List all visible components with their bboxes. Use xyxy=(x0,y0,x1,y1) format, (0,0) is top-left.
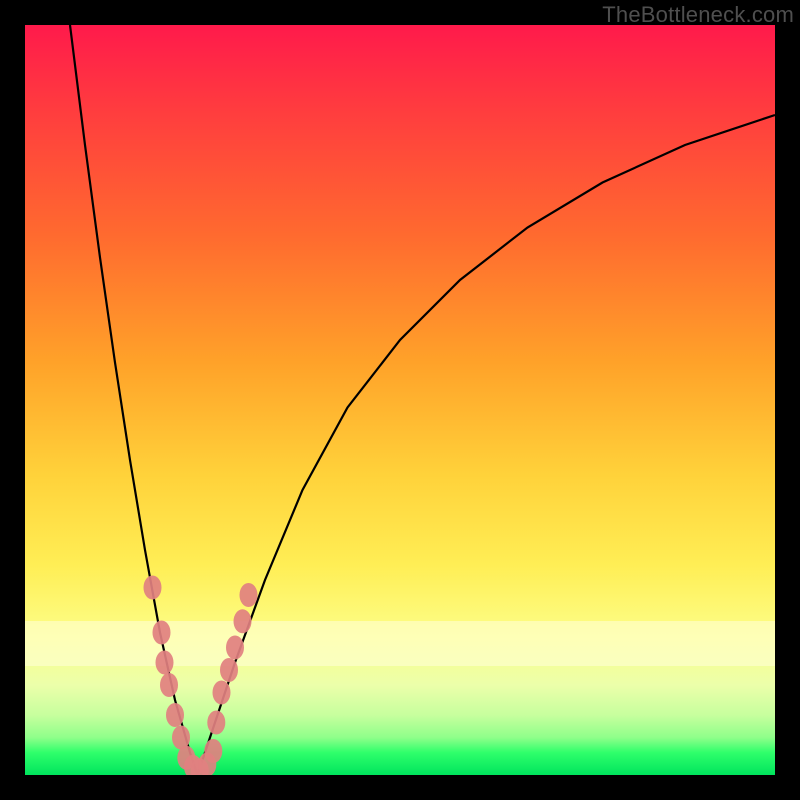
bead-marker xyxy=(207,711,225,735)
bead-marker xyxy=(144,576,162,600)
bead-marker xyxy=(156,651,174,675)
bead-marker xyxy=(153,621,171,645)
bead-marker xyxy=(166,703,184,727)
curve-left-branch xyxy=(70,25,198,775)
bead-marker xyxy=(240,583,258,607)
bead-markers xyxy=(144,576,258,776)
curve-right-branch xyxy=(198,115,776,775)
bead-marker xyxy=(213,681,231,705)
bead-marker xyxy=(160,673,178,697)
plot-area xyxy=(25,25,775,775)
bottleneck-curve xyxy=(25,25,775,775)
curve-paths xyxy=(70,25,775,775)
bead-marker xyxy=(226,636,244,660)
bead-marker xyxy=(220,658,238,682)
bead-marker xyxy=(204,739,222,763)
bead-marker xyxy=(234,609,252,633)
chart-frame: TheBottleneck.com xyxy=(0,0,800,800)
